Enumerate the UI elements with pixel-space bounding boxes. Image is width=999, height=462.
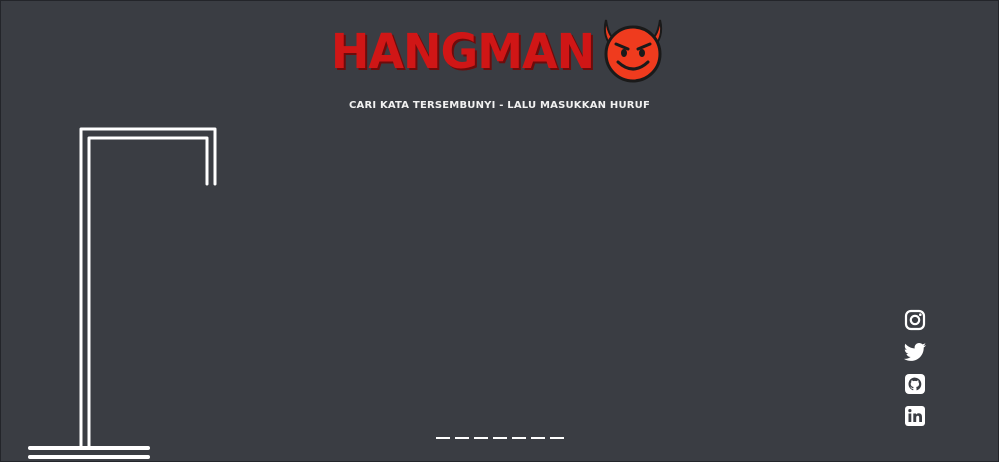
word-slots xyxy=(436,427,564,439)
letter-slot xyxy=(531,427,545,439)
letter-slot xyxy=(512,427,526,439)
linkedin-icon[interactable] xyxy=(903,404,927,428)
gallows xyxy=(28,127,217,459)
letter-slot xyxy=(550,427,564,439)
gallows-base-bottom xyxy=(28,455,150,459)
gallows-post-inner xyxy=(87,136,209,450)
social-links xyxy=(903,308,927,428)
instagram-icon[interactable] xyxy=(903,308,927,332)
letter-slot xyxy=(493,427,507,439)
game-title: HANGMAN xyxy=(330,22,595,80)
gallows-base-top xyxy=(28,446,150,450)
letter-slot xyxy=(455,427,469,439)
twitter-icon[interactable] xyxy=(903,340,927,364)
header: HANGMAN CARI KATA TERSEMBUNYI - LALU MAS… xyxy=(0,16,999,111)
letter-slot xyxy=(436,427,450,439)
game-subtitle: CARI KATA TERSEMBUNYI - LALU MASUKKAN HU… xyxy=(348,100,651,111)
github-icon[interactable] xyxy=(903,372,927,396)
title-row: HANGMAN xyxy=(331,16,668,86)
smiling-devil-icon xyxy=(603,19,663,83)
letter-slot xyxy=(474,427,488,439)
gallows-post-outer xyxy=(79,127,217,450)
